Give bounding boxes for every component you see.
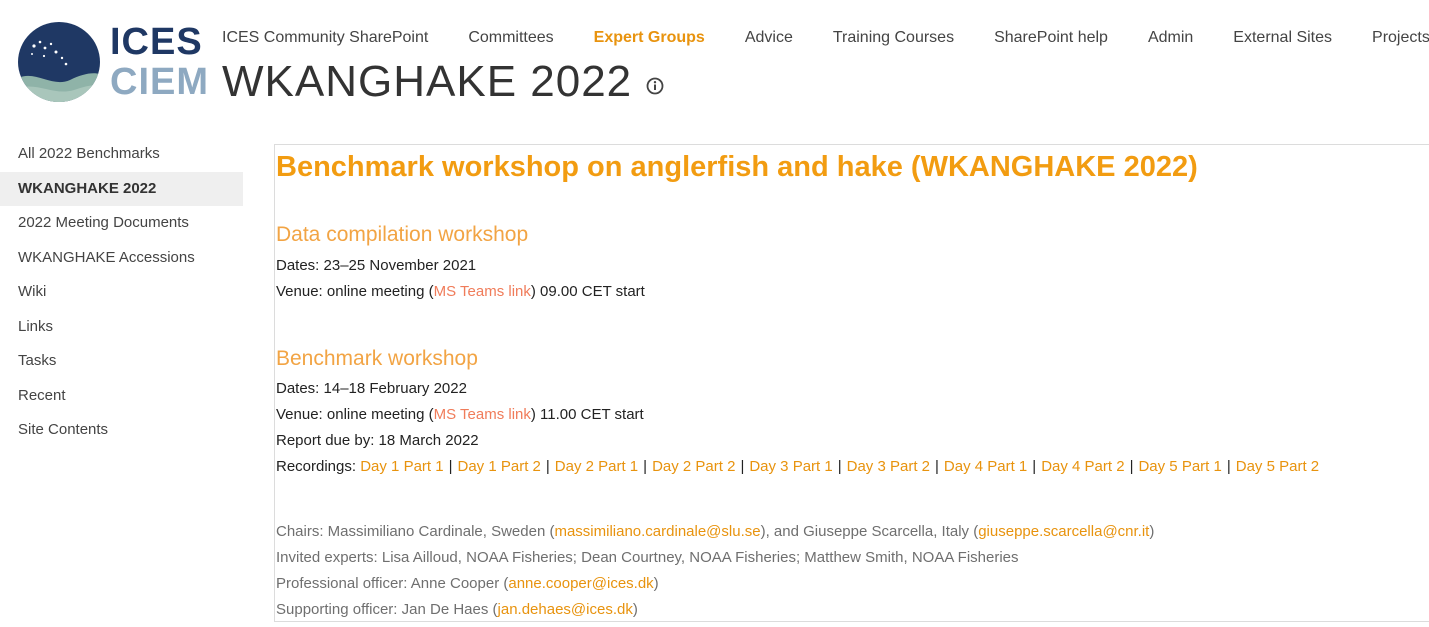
venue-prefix: Venue: online meeting ( [276, 283, 434, 300]
chairs-suffix: ) [1149, 523, 1155, 540]
chairs-line: Chairs: Massimiliano Cardinale, Sweden (… [276, 522, 1154, 542]
separator: | [935, 458, 939, 475]
recording-link[interactable]: Day 1 Part 2 [458, 458, 541, 475]
recording-link[interactable]: Day 2 Part 1 [555, 458, 638, 475]
data-compilation-dates: Dates: 23–25 November 2021 [276, 257, 477, 274]
professional-prefix: Professional officer: Anne Cooper ( [276, 575, 509, 592]
site-title-bar: WKANGHAKE 2022 [222, 55, 664, 109]
recording-link[interactable]: Day 4 Part 1 [944, 458, 1027, 475]
logo-text-ciem: CIEM [110, 61, 209, 103]
ices-logo[interactable]: ICES CIEM [18, 21, 208, 103]
info-icon[interactable] [646, 77, 664, 95]
venue-prefix: Venue: online meeting ( [276, 406, 434, 423]
recording-link[interactable]: Day 5 Part 1 [1138, 458, 1221, 475]
supporting-officer-line: Supporting officer: Jan De Haes (jan.deh… [276, 600, 638, 620]
leftnav-item-meeting-documents[interactable]: 2022 Meeting Documents [0, 206, 243, 241]
supporting-email-link[interactable]: jan.dehaes@ices.dk [498, 601, 633, 618]
separator: | [1032, 458, 1037, 475]
site-title: WKANGHAKE 2022 [222, 57, 633, 106]
chairs-prefix: Chairs: Massimiliano Cardinale, Sweden ( [276, 523, 555, 540]
data-compilation-heading: Data compilation workshop [276, 223, 529, 246]
benchmark-dates: Dates: 14–18 February 2022 [276, 380, 467, 397]
leftnav-item-tasks[interactable]: Tasks [0, 344, 243, 379]
topnav-item-training-courses[interactable]: Training Courses [833, 25, 954, 51]
recording-link[interactable]: Day 3 Part 2 [847, 458, 930, 475]
leftnav-item-all-2022-benchmarks[interactable]: All 2022 Benchmarks [0, 137, 243, 172]
topnav-item-committees[interactable]: Committees [468, 25, 553, 51]
chair1-email-link[interactable]: massimiliano.cardinale@slu.se [554, 523, 760, 540]
invited-experts-line: Invited experts: Lisa Ailloud, NOAA Fish… [276, 549, 1019, 566]
recordings-row: Recordings: Day 1 Part 1 | Day 1 Part 2 | Da… [276, 457, 1319, 477]
leftnav-item-wiki[interactable]: Wiki [0, 275, 243, 310]
venue-suffix: ) 11.00 CET start [530, 406, 644, 423]
chairs-middle: ), and Giuseppe Scarcella, Italy ( [760, 523, 979, 540]
recording-link[interactable]: Day 4 Part 2 [1041, 458, 1124, 475]
benchmark-venue: Venue: online meeting (MS Teams link) 11… [276, 405, 644, 425]
separator: | [740, 458, 745, 475]
venue-suffix: ) 09.00 CET start [530, 283, 645, 300]
leftnav-item-recent[interactable]: Recent [0, 379, 243, 414]
leftnav-item-wkanghake-2022[interactable]: WKANGHAKE 2022 [0, 171, 243, 206]
top-navigation: ICES Community SharePoint Committees Exp… [222, 25, 1429, 51]
separator: | [1129, 458, 1134, 475]
supporting-prefix: Supporting officer: Jan De Haes ( [276, 601, 498, 618]
topnav-item-expert-groups[interactable]: Expert Groups [594, 25, 705, 51]
chair2-email-link[interactable]: giuseppe.scarcella@cnr.it [978, 523, 1149, 540]
separator: | [1226, 458, 1231, 475]
topnav-item-advice[interactable]: Advice [745, 25, 793, 51]
page-content: Benchmark workshop on anglerfish and hak… [274, 144, 1429, 622]
professional-officer-line: Professional officer: Anne Cooper (anne.… [276, 574, 659, 594]
separator: | [448, 458, 453, 475]
topnav-item-admin[interactable]: Admin [1148, 25, 1193, 51]
leftnav-item-links[interactable]: Links [0, 310, 243, 345]
ms-teams-link[interactable]: MS Teams link [434, 406, 531, 423]
report-due: Report due by: 18 March 2022 [276, 432, 479, 449]
topnav-item-community-sharepoint[interactable]: ICES Community SharePoint [222, 25, 428, 51]
supporting-suffix: ) [632, 601, 638, 618]
separator: | [643, 458, 648, 475]
recording-link[interactable]: Day 5 Part 2 [1236, 458, 1319, 475]
topnav-item-projects[interactable]: Projects [1372, 25, 1429, 51]
logo-text-ices: ICES [110, 21, 203, 63]
data-compilation-venue: Venue: online meeting (MS Teams link) 09… [276, 282, 645, 302]
ms-teams-link[interactable]: MS Teams link [434, 283, 531, 300]
page-heading: Benchmark workshop on anglerfish and hak… [276, 151, 1198, 183]
recordings-label: Recordings: [276, 458, 361, 475]
topnav-item-sharepoint-help[interactable]: SharePoint help [994, 25, 1108, 51]
separator: | [545, 458, 550, 475]
topnav-item-external-sites[interactable]: External Sites [1233, 25, 1332, 51]
separator: | [837, 458, 842, 475]
leftnav-item-accessions[interactable]: WKANGHAKE Accessions [0, 241, 243, 276]
left-navigation: All 2022 Benchmarks WKANGHAKE 2022 2022 … [0, 137, 243, 448]
leftnav-item-site-contents[interactable]: Site Contents [0, 413, 243, 448]
professional-suffix: ) [653, 575, 659, 592]
ices-logo-emblem-icon [18, 22, 100, 102]
professional-email-link[interactable]: anne.cooper@ices.dk [508, 575, 653, 592]
recording-link[interactable]: Day 3 Part 1 [749, 458, 832, 475]
recording-link[interactable]: Day 1 Part 1 [360, 458, 443, 475]
recording-link[interactable]: Day 2 Part 2 [652, 458, 735, 475]
benchmark-heading: Benchmark workshop [276, 347, 478, 370]
